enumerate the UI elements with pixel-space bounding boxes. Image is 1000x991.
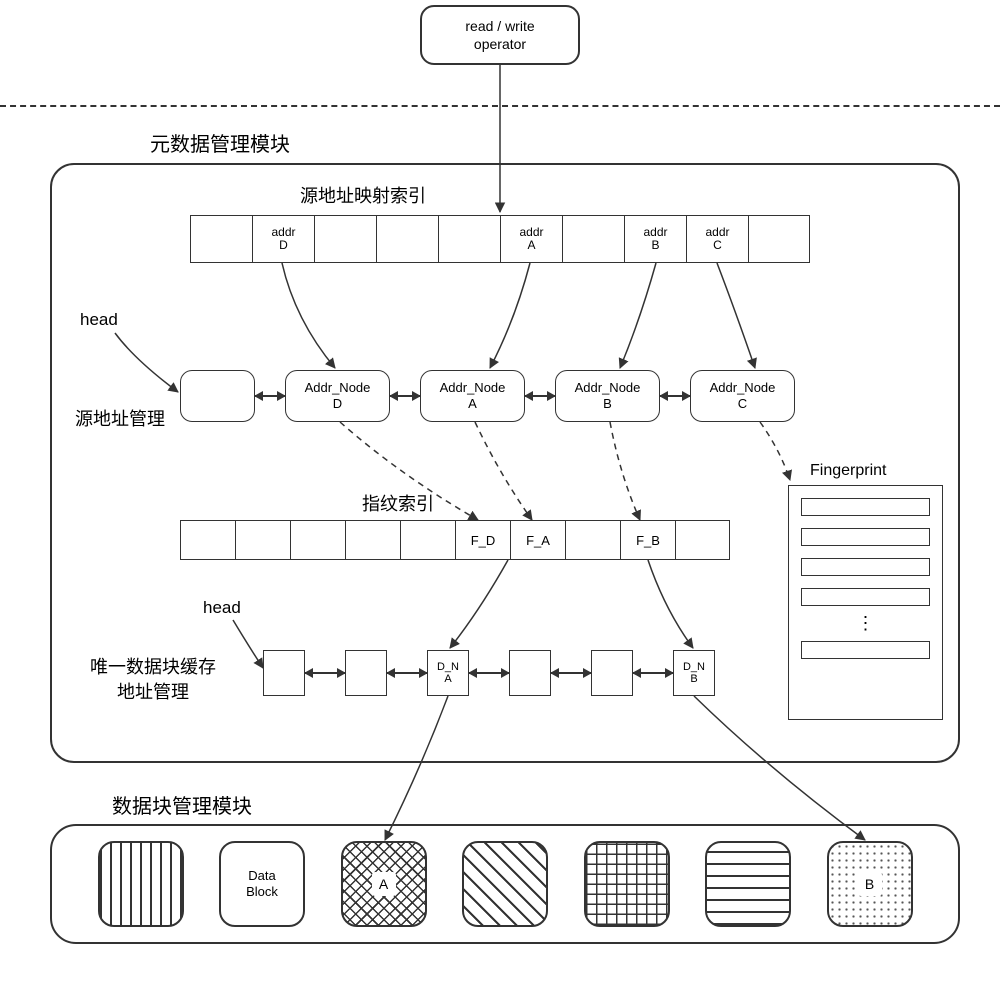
src-addr-mgr-label: 源地址管理 [75, 405, 165, 431]
metadata-module-label: 元数据管理模块 [150, 128, 290, 157]
fp-cell-8: F_B [620, 520, 675, 560]
fp-cell-9 [675, 520, 730, 560]
fp-row [801, 641, 930, 659]
head-label-2: head [203, 598, 241, 618]
fp-cell-1 [235, 520, 290, 560]
src-cell-3 [376, 215, 438, 263]
fp-cell-4 [400, 520, 455, 560]
uniq-gap-2 [469, 672, 509, 674]
src-cell-9 [748, 215, 810, 263]
fingerprint-index-label: 指纹索引 [362, 490, 434, 516]
unique-block-row: D_NA D_NB [263, 650, 715, 696]
src-cell-8: addrC [686, 215, 748, 263]
data-block-module-box: DataBlock A B [50, 824, 960, 944]
uniq-node-4 [591, 650, 633, 696]
data-block-5 [584, 841, 670, 927]
addr-node-row: Addr_NodeD Addr_NodeA Addr_NodeB Addr_No… [180, 370, 795, 422]
uniq-gap-0 [305, 672, 345, 674]
src-cell-6 [562, 215, 624, 263]
uniq-node-head [263, 650, 305, 696]
uniq-node-3 [509, 650, 551, 696]
fingerprint-index-row: F_D F_A F_B [180, 520, 730, 560]
data-block-module-label: 数据块管理模块 [112, 790, 252, 819]
src-cell-2 [314, 215, 376, 263]
fp-cell-0 [180, 520, 235, 560]
fp-row [801, 558, 930, 576]
uniq-node-1 [345, 650, 387, 696]
fp-cell-7 [565, 520, 620, 560]
fp-cell-5: F_D [455, 520, 510, 560]
addr-gap-2 [525, 395, 555, 397]
fp-cell-6: F_A [510, 520, 565, 560]
uniq-gap-1 [387, 672, 427, 674]
src-cell-5: addrA [500, 215, 562, 263]
fp-ellipsis: ⋮ [801, 618, 930, 629]
src-cell-7: addrB [624, 215, 686, 263]
uniq-node-dna: D_NA [427, 650, 469, 696]
addr-node-head [180, 370, 255, 422]
fingerprint-label: Fingerprint [810, 462, 886, 480]
addr-node-b: Addr_NodeB [555, 370, 660, 422]
data-block-6 [705, 841, 791, 927]
addr-node-a: Addr_NodeA [420, 370, 525, 422]
operator-box: read / writeoperator [420, 5, 580, 65]
fingerprint-box: ⋮ [788, 485, 943, 720]
data-block-label: DataBlock [219, 841, 305, 927]
fp-row [801, 588, 930, 606]
data-block-4 [462, 841, 548, 927]
src-cell-1: addrD [252, 215, 314, 263]
addr-gap-3 [660, 395, 690, 397]
addr-gap-1 [390, 395, 420, 397]
dashed-divider [0, 105, 1000, 107]
uniq-node-dnb: D_NB [673, 650, 715, 696]
src-cell-4 [438, 215, 500, 263]
fp-row [801, 498, 930, 516]
operator-text: read / writeoperator [465, 17, 534, 53]
src-cell-0 [190, 215, 252, 263]
data-block-1 [98, 841, 184, 927]
data-block-b: B [827, 841, 913, 927]
uniq-gap-3 [551, 672, 591, 674]
addr-gap-0 [255, 395, 285, 397]
uniq-gap-4 [633, 672, 673, 674]
fp-row [801, 528, 930, 546]
addr-node-d: Addr_NodeD [285, 370, 390, 422]
fp-cell-3 [345, 520, 400, 560]
fp-cell-2 [290, 520, 345, 560]
src-addr-map-index-label: 源地址映射索引 [300, 182, 426, 208]
data-block-a: A [341, 841, 427, 927]
head-label-1: head [80, 310, 118, 330]
addr-node-c: Addr_NodeC [690, 370, 795, 422]
src-addr-index-row: addrD addrA addrB addrC [190, 215, 810, 263]
unique-block-cache-label: 唯一数据块缓存地址管理 [63, 655, 243, 705]
